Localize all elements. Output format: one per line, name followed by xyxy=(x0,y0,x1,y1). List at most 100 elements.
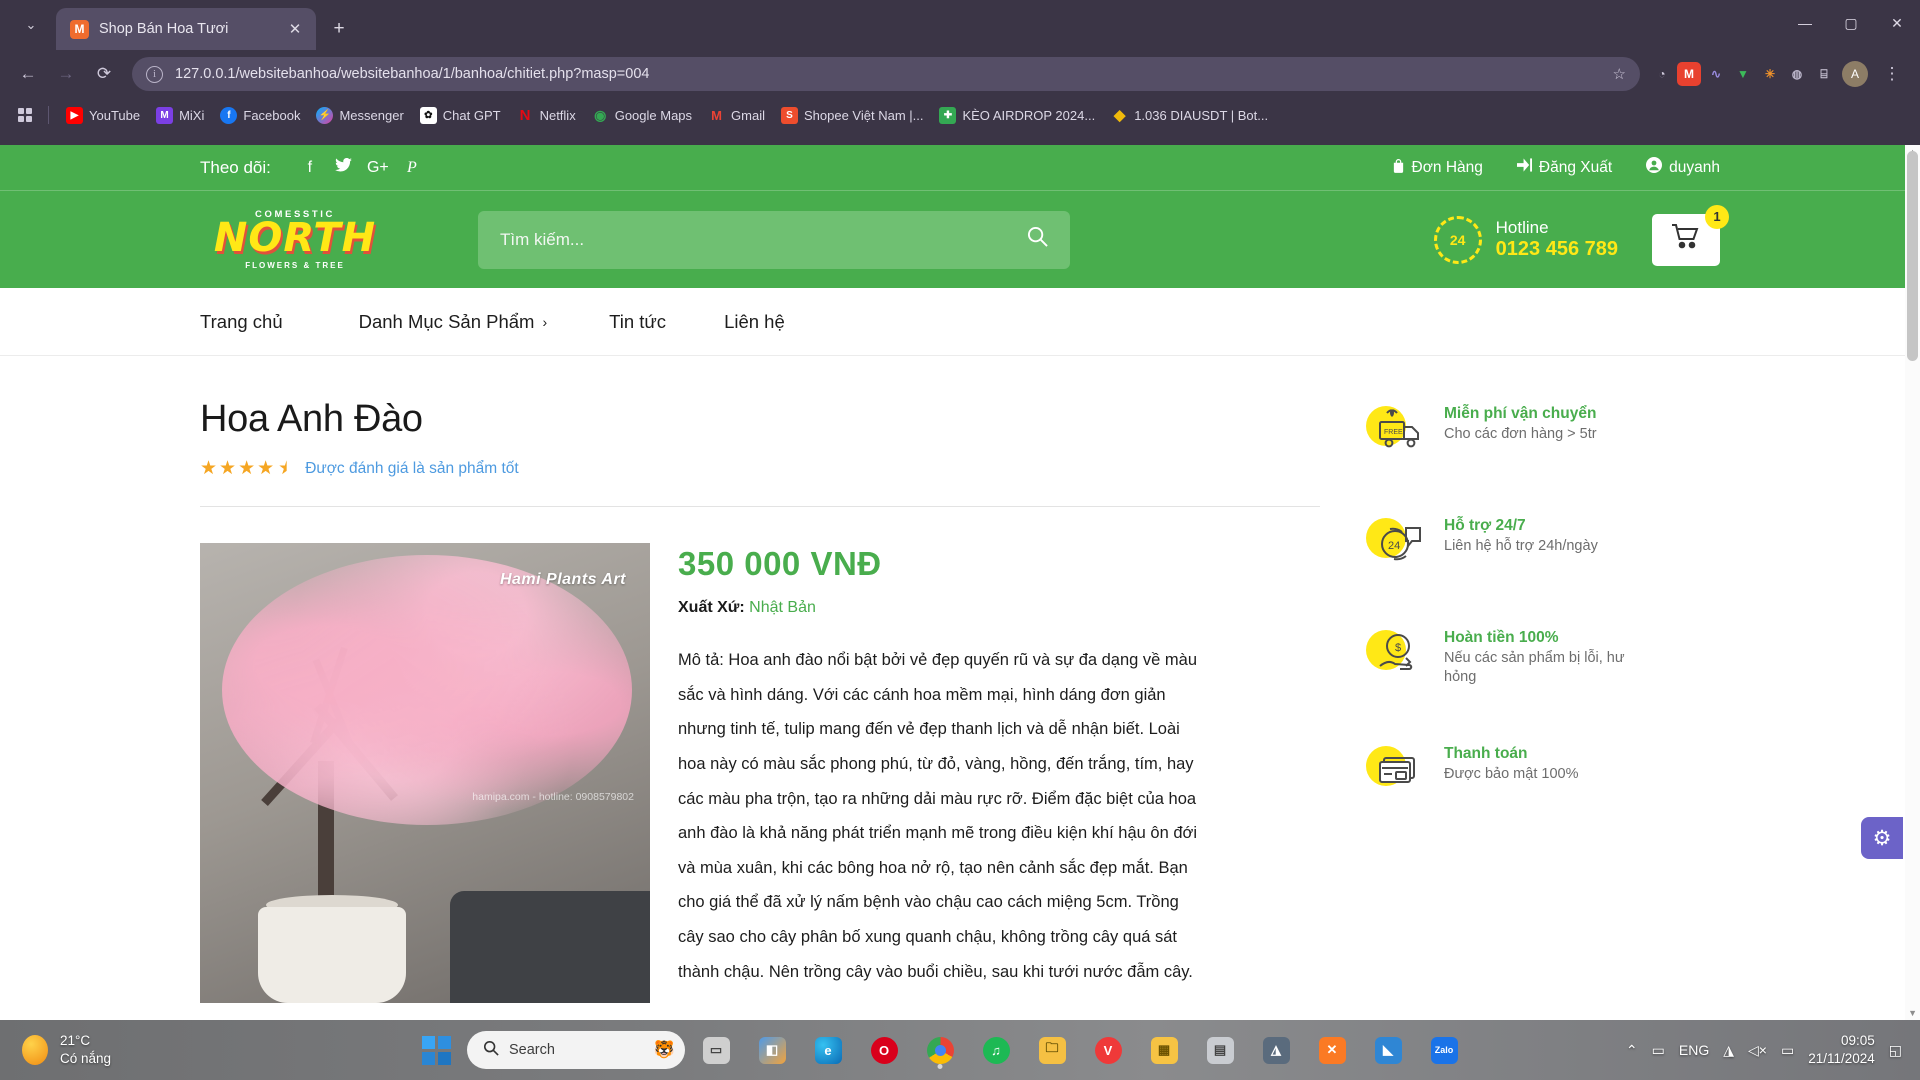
user-link[interactable]: duyanh xyxy=(1646,157,1720,178)
site-info-icon[interactable]: i xyxy=(146,65,163,83)
language-indicator[interactable]: ENG xyxy=(1679,1042,1709,1058)
task-view-button[interactable]: ▭ xyxy=(694,1028,738,1072)
hotline-number: 0123 456 789 xyxy=(1495,237,1618,260)
maximize-button[interactable]: ▢ xyxy=(1828,0,1874,46)
notes-app[interactable]: ▦ xyxy=(1142,1028,1186,1072)
facebook-icon[interactable]: f xyxy=(293,159,327,177)
widgets-button[interactable]: ◧ xyxy=(750,1028,794,1072)
taskbar-clock[interactable]: 09:05 21/11/2024 xyxy=(1808,1032,1875,1068)
bookmark-item[interactable]: f Facebook xyxy=(213,103,307,128)
browser-menu-icon[interactable]: ⋮ xyxy=(1874,56,1910,92)
svg-text:FREE: FREE xyxy=(1384,429,1403,436)
edge-app[interactable]: e xyxy=(806,1028,850,1072)
youtube-icon: ▶ xyxy=(66,106,83,124)
bookmark-item[interactable]: ◉ Google Maps xyxy=(585,103,699,128)
feature-subtitle: Cho các đơn hàng > 5tr xyxy=(1444,425,1597,442)
audio-app[interactable]: ◮ xyxy=(1254,1028,1298,1072)
extension-2-icon[interactable]: M xyxy=(1677,62,1701,86)
pinterest-icon[interactable]: P xyxy=(395,159,429,177)
bookmark-item[interactable]: S Shopee Việt Nam |... xyxy=(774,103,930,128)
apps-grid-icon[interactable] xyxy=(12,102,38,128)
extension-7-icon[interactable]: ⌸ xyxy=(1812,62,1836,86)
feature-item: $ Hoàn tiền 100% Nếu các sản phẩm bị lỗi… xyxy=(1366,628,1720,688)
bookmark-item[interactable]: M Gmail xyxy=(701,103,772,128)
extension-6-icon[interactable]: ◍ xyxy=(1785,62,1809,86)
scroll-down-arrow[interactable]: ▼ xyxy=(1908,1008,1917,1018)
nav-label: Tin tức xyxy=(609,310,667,332)
chevron-right-icon: › xyxy=(542,313,548,330)
sun-icon xyxy=(22,1035,48,1065)
notification-center-icon[interactable]: ◱ xyxy=(1889,1042,1902,1059)
clock-time: 09:05 xyxy=(1840,1032,1875,1048)
extension-4-icon[interactable]: ▼ xyxy=(1731,62,1755,86)
product-info: 350 000 VNĐ Xuất Xứ: Nhật Bản Mô tả: Hoa… xyxy=(678,543,1320,1003)
bookmark-item[interactable]: ◆ 1.036 DIAUSDT | Bot... xyxy=(1104,103,1275,128)
browser-tab[interactable]: M Shop Bán Hoa Tươi ✕ xyxy=(56,8,316,50)
feature-item: FREE Miễn phí vận chuyển Cho các đơn hàn… xyxy=(1366,404,1720,460)
misc-app[interactable]: ▤ xyxy=(1198,1028,1242,1072)
browser-window: ⌄ M Shop Bán Hoa Tươi ✕ + — ▢ ✕ ← → ⟳ i … xyxy=(0,0,1920,1020)
vscode-app[interactable]: ◣ xyxy=(1366,1028,1410,1072)
extension-5-icon[interactable]: ✳ xyxy=(1758,62,1782,86)
tray-chevron-icon[interactable]: ⌃ xyxy=(1626,1042,1638,1059)
close-tab-icon[interactable]: ✕ xyxy=(284,18,306,40)
chrome-app[interactable] xyxy=(918,1028,962,1072)
weather-widget[interactable]: 21°C Có nắng xyxy=(22,1032,422,1068)
google-plus-icon[interactable]: G+ xyxy=(361,159,395,177)
product-description: Mô tả: Hoa anh đào nổi bật bởi vẻ đẹp qu… xyxy=(678,651,1198,981)
site-logo[interactable]: COMESSTIC NORTH FLOWERS & TREE xyxy=(200,201,390,279)
volume-icon[interactable]: ◁× xyxy=(1748,1042,1767,1059)
search-icon[interactable] xyxy=(1027,226,1048,253)
page-scrollbar[interactable]: ▲ ▼ xyxy=(1905,145,1920,1020)
scrollbar-thumb[interactable] xyxy=(1907,151,1918,361)
extension-1-icon[interactable]: ◔ xyxy=(1650,62,1674,86)
zalo-app[interactable]: Zalo xyxy=(1422,1028,1466,1072)
logo-sub-text: FLOWERS & TREE xyxy=(245,261,345,270)
settings-fab-button[interactable]: ⚙ xyxy=(1861,817,1903,859)
feature-subtitle: Liên hệ hỗ trợ 24h/ngày xyxy=(1444,537,1598,554)
back-icon[interactable]: ← xyxy=(10,56,46,92)
minimize-button[interactable]: — xyxy=(1782,0,1828,46)
bookmark-item[interactable]: ⚡ Messenger xyxy=(309,103,410,128)
extension-3-icon[interactable]: ∿ xyxy=(1704,62,1728,86)
nav-item-categories[interactable]: Danh Mục Sản Phẩm › xyxy=(359,311,610,333)
bookmark-item[interactable]: ✚ KÈO AIRDROP 2024... xyxy=(932,103,1102,128)
cart-button[interactable]: 1 xyxy=(1652,204,1729,266)
opera-gx-app[interactable]: O xyxy=(862,1028,906,1072)
bookmark-item[interactable]: ▶ YouTube xyxy=(59,103,147,128)
nav-item-news[interactable]: Tin tức xyxy=(609,311,724,333)
profile-avatar[interactable]: A xyxy=(1842,61,1868,87)
logout-link[interactable]: Đăng Xuất xyxy=(1516,158,1612,177)
forward-icon[interactable]: → xyxy=(48,56,84,92)
file-explorer-app[interactable]: 🗀 xyxy=(1030,1028,1074,1072)
bookmark-item[interactable]: N Netflix xyxy=(510,103,583,128)
display-icon[interactable]: ▭ xyxy=(1652,1042,1665,1059)
payment-card-icon xyxy=(1366,744,1428,800)
start-button[interactable] xyxy=(422,1035,451,1065)
new-tab-button[interactable]: + xyxy=(324,14,354,44)
bookmark-item[interactable]: M MiXi xyxy=(149,103,211,128)
nav-item-home[interactable]: Trang chủ xyxy=(200,311,359,333)
twitter-icon[interactable] xyxy=(327,157,361,177)
sofa-shape xyxy=(450,891,650,1003)
bookmark-item[interactable]: ✿ Chat GPT xyxy=(413,103,508,128)
product-image[interactable]: Hami Plants Art hamipa.com - hotline: 09… xyxy=(200,543,650,1003)
xampp-app[interactable]: ✕ xyxy=(1310,1028,1354,1072)
close-window-button[interactable]: ✕ xyxy=(1874,0,1920,46)
spotify-app[interactable]: ♫ xyxy=(974,1028,1018,1072)
feature-title: Miễn phí vận chuyển xyxy=(1444,405,1597,422)
orders-link[interactable]: Đơn Hàng xyxy=(1392,158,1483,178)
reload-icon[interactable]: ⟳ xyxy=(86,56,122,92)
address-bar[interactable]: i 127.0.0.1/websitebanhoa/websitebanhoa/… xyxy=(132,57,1640,91)
vivaldi-app[interactable]: V xyxy=(1086,1028,1130,1072)
wifi-icon[interactable]: ◮ xyxy=(1723,1042,1734,1059)
taskbar-search[interactable]: Search 🐯 xyxy=(467,1031,685,1069)
netflix-icon: N xyxy=(519,106,531,124)
search-input[interactable]: Tìm kiếm... xyxy=(478,210,1070,269)
bookmark-star-icon[interactable]: ☆ xyxy=(1613,65,1626,83)
battery-icon[interactable]: ▭ xyxy=(1781,1042,1794,1059)
follow-label: Theo dõi: xyxy=(200,157,271,177)
tab-search-icon[interactable]: ⌄ xyxy=(12,6,50,44)
nav-item-contact[interactable]: Liên hệ xyxy=(724,311,829,333)
nav-label: Trang chủ xyxy=(200,310,283,332)
